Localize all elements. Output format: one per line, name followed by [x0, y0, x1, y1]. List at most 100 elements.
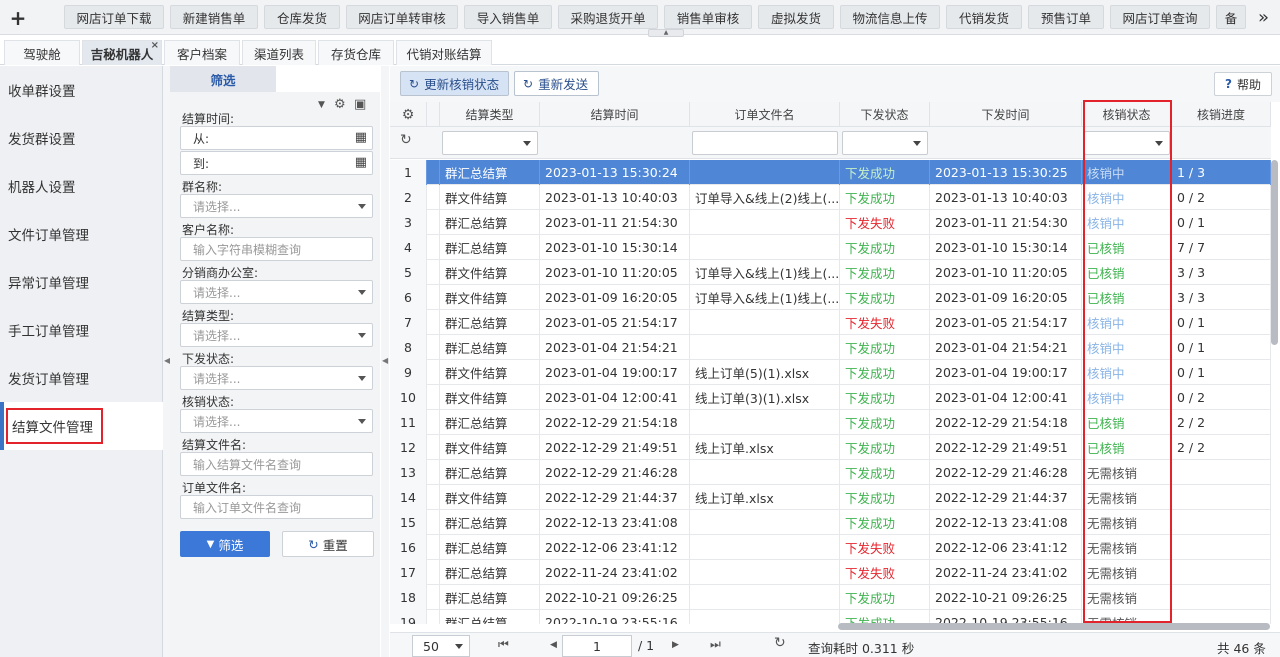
table-row[interactable]: 13 群汇总结算 2022-12-29 21:46:28 下发成功 2022-12-29… — [390, 460, 1271, 485]
cell-verify-progress: 0 / 1 — [1172, 360, 1271, 385]
cell-send-status: 下发成功 — [840, 235, 930, 260]
tab-stock[interactable]: 存货仓库 — [318, 40, 394, 65]
date-to-input[interactable]: 到: ▦ — [180, 151, 373, 175]
next-page-icon[interactable]: ▶ — [672, 640, 679, 650]
date-from-input[interactable]: 从: ▦ — [180, 126, 373, 150]
table-row[interactable]: 9 群文件结算 2023-01-04 19:00:17 线上订单(5)(1).xlsx… — [390, 360, 1271, 385]
reset-button[interactable]: ↻ 重置 — [282, 531, 374, 557]
sidebar-item-manual-orders[interactable]: 手工订单管理 — [0, 306, 163, 354]
tab-cockpit[interactable]: 驾驶舱 — [4, 40, 80, 65]
toolbar-button-9[interactable]: 物流信息上传 — [840, 5, 940, 29]
last-page-icon[interactable]: ⏭ — [710, 637, 721, 652]
resend-button[interactable]: ↻ 重新发送 — [514, 71, 599, 96]
toolbar-button-3[interactable]: 仓库发货 — [264, 5, 340, 29]
send-status-select[interactable]: 请选择... — [180, 366, 373, 390]
table-row[interactable]: 5 群文件结算 2023-01-10 11:20:05 订单导入&线上(1)线上(..… — [390, 260, 1271, 285]
toolbar-button-10[interactable]: 代销发货 — [946, 5, 1022, 29]
gear-icon[interactable]: ⚙ — [334, 97, 346, 112]
splitter-right[interactable]: ◀ — [381, 66, 389, 657]
settle-file-input[interactable]: 输入结算文件名查询 — [180, 452, 373, 476]
first-page-icon[interactable]: ⏮ — [498, 637, 509, 652]
column-header-verify-progress[interactable]: 核销进度 — [1172, 102, 1271, 127]
table-row[interactable]: 15 群汇总结算 2022-12-13 23:41:08 下发成功 2022-12-13… — [390, 510, 1271, 535]
table-row[interactable]: 12 群文件结算 2022-12-29 21:49:51 线上订单.xlsx 下发成功 2… — [390, 435, 1271, 460]
chevron-left-icon[interactable]: ◀ — [382, 356, 388, 365]
tab-consign[interactable]: 代销对账结算 — [396, 40, 492, 65]
order-file-input[interactable]: 输入订单文件名查询 — [180, 495, 373, 519]
table-row[interactable]: 1 群汇总结算 2023-01-13 15:30:24 下发成功 2023-01-13 … — [390, 160, 1271, 185]
help-button[interactable]: ? 帮助 — [1214, 72, 1272, 96]
sidebar-item-settlement-files[interactable]: 结算文件管理 — [0, 402, 163, 450]
table-row[interactable]: 7 群汇总结算 2023-01-05 21:54:17 下发失败 2023-01-05 … — [390, 310, 1271, 335]
table-row[interactable]: 10 群文件结算 2023-01-04 12:00:41 线上订单(3)(1).xls… — [390, 385, 1271, 410]
type-select[interactable]: 请选择... — [180, 323, 373, 347]
office-select[interactable]: 请选择... — [180, 280, 373, 304]
page-number-input[interactable]: 1 — [562, 635, 632, 657]
table-row[interactable]: 6 群文件结算 2023-01-09 16:20:05 订单导入&线上(1)线上(..… — [390, 285, 1271, 310]
collapse-handle[interactable]: ▲ — [648, 29, 684, 37]
send-filter-select[interactable] — [842, 131, 928, 155]
toolbar-button-7[interactable]: 销售单审核 — [664, 5, 752, 29]
column-header-file[interactable]: 订单文件名 — [690, 102, 840, 127]
toolbar-button-8[interactable]: 虚拟发货 — [758, 5, 834, 29]
table-row[interactable]: 17 群汇总结算 2022-11-24 23:41:02 下发失败 2022-11-24… — [390, 560, 1271, 585]
toolbar-button-13[interactable]: 备 — [1216, 5, 1246, 29]
table-row[interactable]: 14 群文件结算 2022-12-29 21:44:37 线上订单.xlsx 下发成功 2… — [390, 485, 1271, 510]
sidebar-item-ship-group[interactable]: 发货群设置 — [0, 114, 163, 162]
sidebar-item-robot-settings[interactable]: 机器人设置 — [0, 162, 163, 210]
calendar-icon[interactable]: ▦ — [355, 155, 367, 170]
horizontal-scrollbar[interactable] — [838, 623, 1270, 630]
column-header-send-time[interactable]: 下发时间 — [930, 102, 1082, 127]
table-row[interactable]: 4 群汇总结算 2023-01-10 15:30:14 下发成功 2023-01-10 … — [390, 235, 1271, 260]
row-blank — [427, 210, 440, 235]
sidebar-item-receive-group[interactable]: 收单群设置 — [0, 66, 163, 114]
vertical-scrollbar[interactable] — [1271, 160, 1278, 345]
prev-page-icon[interactable]: ◀ — [550, 640, 557, 650]
calendar-icon[interactable]: ▦ — [355, 130, 367, 145]
tab-customer[interactable]: 客户档案 — [164, 40, 240, 65]
column-header-type[interactable]: 结算类型 — [440, 102, 540, 127]
toolbar-button-12[interactable]: 网店订单查询 — [1110, 5, 1210, 29]
add-icon[interactable]: + — [0, 0, 36, 35]
filter-button[interactable]: ▼ 筛选 — [180, 531, 270, 557]
table-row[interactable]: 2 群文件结算 2023-01-13 10:40:03 订单导入&线上(2)线上(..… — [390, 185, 1271, 210]
toolbar-button-6[interactable]: 采购退货开单 — [558, 5, 658, 29]
verify-status-select[interactable]: 请选择... — [180, 409, 373, 433]
tab-label: 渠道列表 — [253, 46, 304, 62]
page-size-select[interactable]: 50 — [412, 635, 470, 657]
table-row[interactable]: 18 群汇总结算 2022-10-21 09:26:25 下发成功 2022-10-21… — [390, 585, 1271, 610]
table-row[interactable]: 3 群汇总结算 2023-01-11 21:54:30 下发失败 2023-01-11 … — [390, 210, 1271, 235]
type-filter-select[interactable] — [442, 131, 538, 155]
sidebar-item-file-orders[interactable]: 文件订单管理 — [0, 210, 163, 258]
filter-tab[interactable]: 筛选 — [170, 66, 276, 92]
customer-input[interactable]: 输入字符串模糊查询 — [180, 237, 373, 261]
toolbar-button-5[interactable]: 导入销售单 — [464, 5, 552, 29]
column-header-verify-status[interactable]: 核销状态 — [1082, 102, 1172, 127]
toolbar-button-1[interactable]: 网店订单下载 — [64, 5, 164, 29]
tab-robot[interactable]: 吉秘机器人 × — [82, 40, 162, 65]
update-verify-button[interactable]: ↻ 更新核销状态 — [400, 71, 509, 96]
table-row[interactable]: 19 群汇总结算 2022-10-19 23:55:16 下发成功 2022-10-19… — [390, 610, 1271, 624]
caret-down-icon[interactable]: ▼ — [318, 100, 325, 110]
file-filter-input[interactable] — [692, 131, 838, 155]
toolbar-button-2[interactable]: 新建销售单 — [170, 5, 258, 29]
table-row[interactable]: 11 群汇总结算 2022-12-29 21:54:18 下发成功 2022-12-29… — [390, 410, 1271, 435]
column-header-send[interactable]: 下发状态 — [840, 102, 930, 127]
toolbar-button-4[interactable]: 网店订单转审核 — [346, 5, 458, 29]
column-header-time[interactable]: 结算时间 — [540, 102, 690, 127]
save-icon[interactable]: ▣ — [354, 97, 366, 112]
verify-filter-select[interactable] — [1084, 131, 1170, 155]
table-row[interactable]: 8 群汇总结算 2023-01-04 21:54:21 下发成功 2023-01-04 … — [390, 335, 1271, 360]
table-row[interactable]: 16 群汇总结算 2022-12-06 23:41:12 下发失败 2022-12-06… — [390, 535, 1271, 560]
close-icon[interactable]: × — [151, 40, 159, 51]
refresh-icon[interactable]: ↻ — [774, 635, 786, 651]
more-icon[interactable]: » — [1247, 0, 1280, 35]
sidebar-item-exception-orders[interactable]: 异常订单管理 — [0, 258, 163, 306]
tab-channel[interactable]: 渠道列表 — [242, 40, 316, 65]
sidebar-item-ship-orders[interactable]: 发货订单管理 — [0, 354, 163, 402]
gear-icon[interactable]: ⚙ — [402, 107, 415, 123]
column-settings[interactable]: ⚙ — [390, 102, 427, 127]
toolbar-button-11[interactable]: 预售订单 — [1028, 5, 1104, 29]
group-select[interactable]: 请选择... — [180, 194, 373, 218]
refresh-icon[interactable]: ↻ — [400, 132, 412, 148]
